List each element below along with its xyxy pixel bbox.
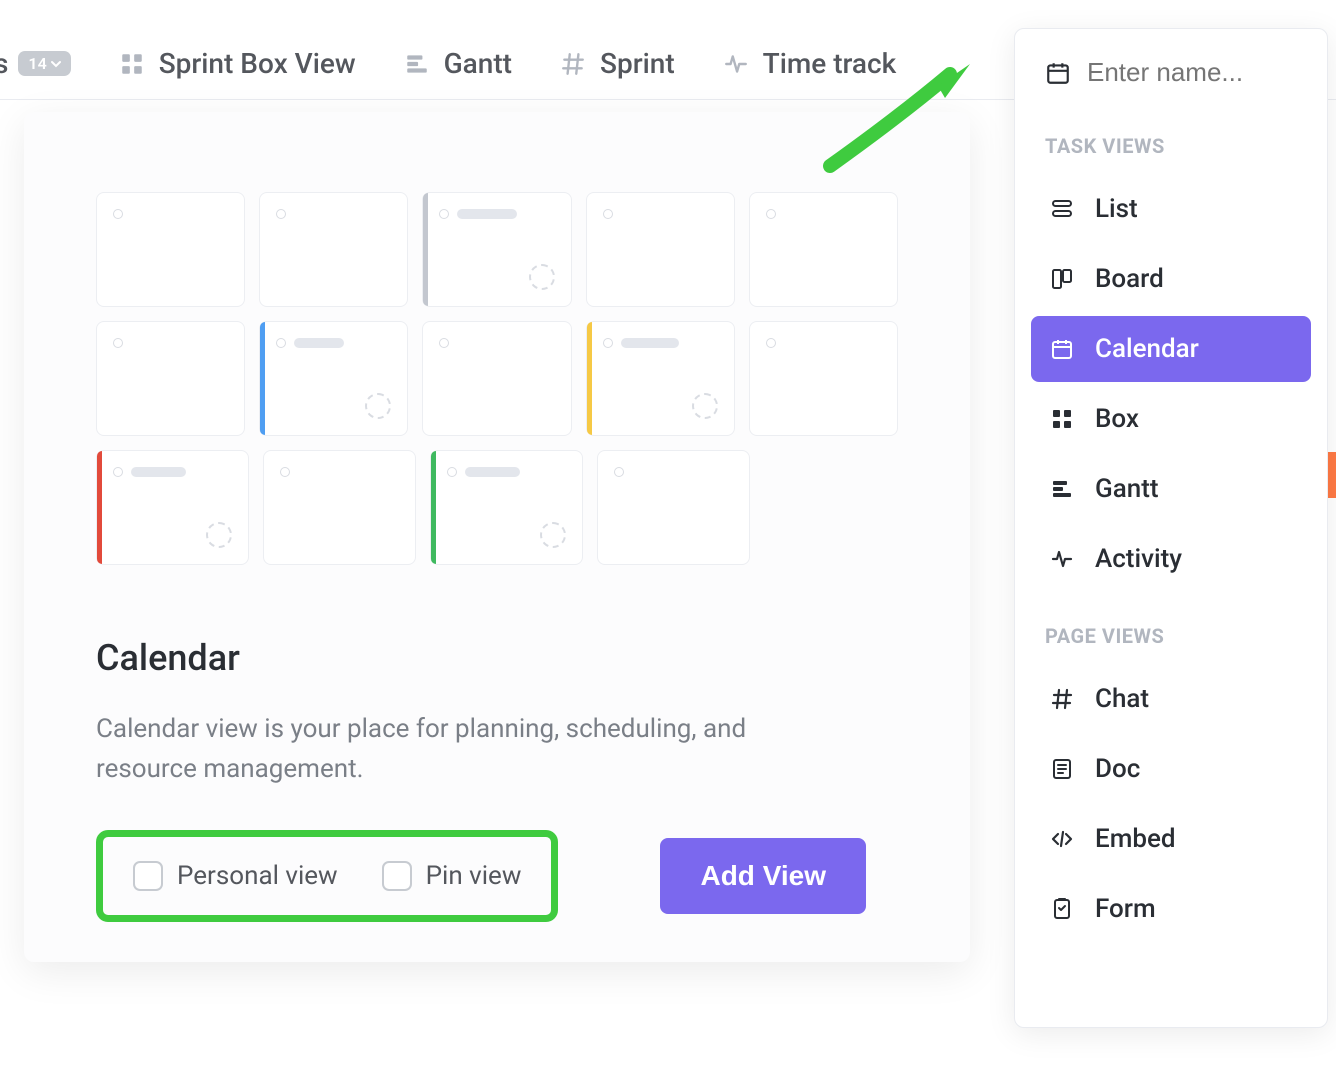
tab-label: Sprint Box View xyxy=(159,47,356,80)
view-option-board[interactable]: Board xyxy=(1031,246,1311,312)
view-name-input[interactable] xyxy=(1087,57,1297,88)
view-option-label: Box xyxy=(1095,404,1139,434)
board-icon xyxy=(1049,267,1075,291)
add-view-button[interactable]: Add View xyxy=(660,838,866,914)
view-option-label: List xyxy=(1095,194,1138,224)
view-option-label: Gantt xyxy=(1095,474,1159,504)
tab-label: Time track xyxy=(763,47,897,80)
tab-label: Gantt xyxy=(444,47,512,80)
view-option-form[interactable]: Form xyxy=(1031,876,1311,942)
personal-view-option[interactable]: Personal view xyxy=(133,861,338,891)
calendar-icon xyxy=(1045,60,1071,86)
personal-view-label: Personal view xyxy=(177,861,338,891)
pin-view-option[interactable]: Pin view xyxy=(382,861,522,891)
view-option-label: Doc xyxy=(1095,754,1140,784)
tab-partial-suffix: s xyxy=(0,47,8,80)
view-option-list[interactable]: List xyxy=(1031,176,1311,242)
modal-footer: Personal view Pin view Add View xyxy=(96,830,898,922)
view-option-gantt[interactable]: Gantt xyxy=(1031,456,1311,522)
view-option-label: Embed xyxy=(1095,824,1176,854)
embed-icon xyxy=(1049,827,1075,851)
activity-icon xyxy=(1049,547,1075,571)
tab-sprint-box-view[interactable]: Sprint Box View xyxy=(119,47,356,80)
grid-icon xyxy=(1049,407,1075,431)
view-option-doc[interactable]: Doc xyxy=(1031,736,1311,802)
illus-card xyxy=(597,450,750,565)
view-option-activity[interactable]: Activity xyxy=(1031,526,1311,592)
form-icon xyxy=(1049,897,1075,921)
chevron-down-icon xyxy=(51,59,61,69)
illus-card xyxy=(749,321,898,436)
view-option-label: Board xyxy=(1095,264,1164,294)
view-option-label: Form xyxy=(1095,894,1156,924)
illus-card xyxy=(259,321,408,436)
options-highlight: Personal view Pin view xyxy=(96,830,558,922)
count-badge[interactable]: 14 xyxy=(18,51,70,76)
view-description: Calendar view is your place for planning… xyxy=(96,709,816,790)
illus-card xyxy=(586,192,735,307)
view-option-embed[interactable]: Embed xyxy=(1031,806,1311,872)
illus-card xyxy=(422,321,571,436)
illus-card xyxy=(430,450,583,565)
view-option-calendar[interactable]: Calendar xyxy=(1031,316,1311,382)
view-option-label: Calendar xyxy=(1095,334,1199,364)
calendar-icon xyxy=(1049,337,1075,361)
illus-card xyxy=(96,321,245,436)
section-header-page-views: PAGE VIEWS xyxy=(1031,596,1311,662)
view-option-chat[interactable]: Chat xyxy=(1031,666,1311,732)
view-preview-modal: Calendar Calendar view is your place for… xyxy=(24,112,970,962)
tab-label: Sprint xyxy=(600,47,675,80)
grid-icon xyxy=(119,51,145,77)
list-icon xyxy=(1049,197,1075,221)
view-option-label: Chat xyxy=(1095,684,1149,714)
view-option-label: Activity xyxy=(1095,544,1182,574)
tab-sprint[interactable]: Sprint xyxy=(560,47,675,80)
illus-card xyxy=(96,450,249,565)
doc-icon xyxy=(1049,757,1075,781)
tab-gantt[interactable]: Gantt xyxy=(404,47,512,80)
illus-card xyxy=(749,192,898,307)
badge-count-value: 14 xyxy=(28,54,46,73)
pin-view-label: Pin view xyxy=(426,861,522,891)
illus-card xyxy=(263,450,416,565)
illus-card xyxy=(586,321,735,436)
gantt-icon xyxy=(1049,477,1075,501)
calendar-illustration xyxy=(96,192,898,565)
hash-icon xyxy=(560,51,586,77)
tab-time-track[interactable]: Time track xyxy=(723,47,897,80)
gantt-icon xyxy=(404,51,430,77)
illus-card xyxy=(422,192,571,307)
view-option-box[interactable]: Box xyxy=(1031,386,1311,452)
section-header-task-views: TASK VIEWS xyxy=(1031,106,1311,172)
view-type-dropdown: TASK VIEWS List Board Calendar Box Gantt xyxy=(1014,28,1328,1028)
checkbox-icon[interactable] xyxy=(133,861,163,891)
illus-card xyxy=(96,192,245,307)
view-title: Calendar xyxy=(96,637,898,679)
name-input-row xyxy=(1031,57,1311,106)
checkbox-icon[interactable] xyxy=(382,861,412,891)
illus-card xyxy=(259,192,408,307)
hash-icon xyxy=(1049,687,1075,711)
tab-partial[interactable]: s 14 xyxy=(0,47,71,80)
activity-icon xyxy=(723,51,749,77)
